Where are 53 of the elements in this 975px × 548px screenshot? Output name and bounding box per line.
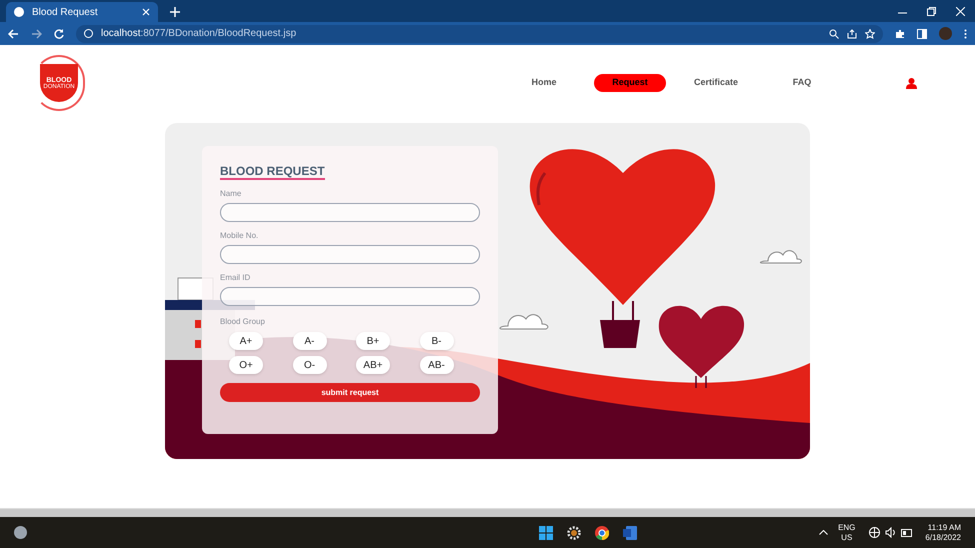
windows-start-icon[interactable]: [539, 526, 554, 540]
tab-title: Blood Request: [32, 6, 99, 20]
nav-link[interactable]: FAQ: [766, 74, 838, 92]
blood-group-option[interactable]: A+: [229, 332, 263, 350]
nav-link[interactable]: Certificate: [680, 74, 752, 92]
chevron-up-icon[interactable]: [819, 530, 828, 535]
user-icon[interactable]: [906, 78, 917, 88]
puzzle-icon[interactable]: [895, 28, 905, 38]
horizontal-scrollbar[interactable]: [0, 508, 975, 517]
volume-icon[interactable]: [885, 527, 896, 538]
field-label: Mobile No.: [220, 231, 260, 241]
blood-group-option[interactable]: B-: [420, 332, 454, 350]
battery-icon[interactable]: [901, 528, 914, 536]
sidebar-icon[interactable]: [917, 28, 927, 38]
blood-group-option[interactable]: A-: [292, 332, 326, 350]
minimize-icon[interactable]: [898, 12, 907, 14]
blood-group-option[interactable]: AB+: [356, 356, 390, 374]
menu-icon[interactable]: [964, 28, 967, 38]
text-field[interactable]: [220, 203, 480, 222]
forward-arrow-icon[interactable]: [31, 28, 42, 38]
field-label: Email ID: [220, 273, 252, 283]
new-tab-icon[interactable]: [170, 7, 180, 17]
gear-icon[interactable]: [567, 526, 582, 540]
text-field[interactable]: [220, 245, 480, 264]
form-title: BLOOD REQUEST: [220, 164, 325, 180]
restore-icon[interactable]: [927, 7, 936, 16]
language-text: ENG: [838, 522, 856, 532]
region-text: US: [841, 532, 852, 542]
star-icon[interactable]: [865, 28, 875, 38]
info-icon: [84, 29, 93, 38]
field-label: Name: [220, 189, 242, 199]
field-label: Blood Group: [220, 317, 266, 327]
close-icon[interactable]: [956, 7, 965, 16]
close-icon[interactable]: [142, 8, 150, 16]
blood-group-option[interactable]: AB-: [420, 356, 454, 374]
blood-group-option[interactable]: O+: [229, 356, 263, 374]
nav-link[interactable]: Home: [508, 74, 580, 92]
blood-group-option[interactable]: O-: [292, 356, 326, 374]
reload-icon[interactable]: [54, 28, 64, 38]
share-icon[interactable]: [847, 28, 857, 38]
browser-tab[interactable]: Blood Request: [6, 2, 158, 22]
nav-link[interactable]: Request: [594, 74, 666, 92]
word-icon[interactable]: [623, 526, 638, 540]
url-text: localhost:8077/BDonation/BloodRequest.jsp: [101, 27, 296, 41]
submit-button[interactable]: submit request: [220, 383, 480, 402]
chrome-icon[interactable]: [595, 526, 610, 540]
back-arrow-icon[interactable]: [8, 28, 19, 38]
address-bar[interactable]: localhost:8077/BDonation/BloodRequest.jsp: [76, 24, 883, 42]
clock-date: 6/18/2022: [925, 532, 961, 542]
clock-time: 11:19 AM: [928, 522, 961, 532]
text-field[interactable]: [220, 287, 480, 306]
zoom-icon[interactable]: [829, 28, 839, 38]
blood-group-option[interactable]: B+: [356, 332, 390, 350]
